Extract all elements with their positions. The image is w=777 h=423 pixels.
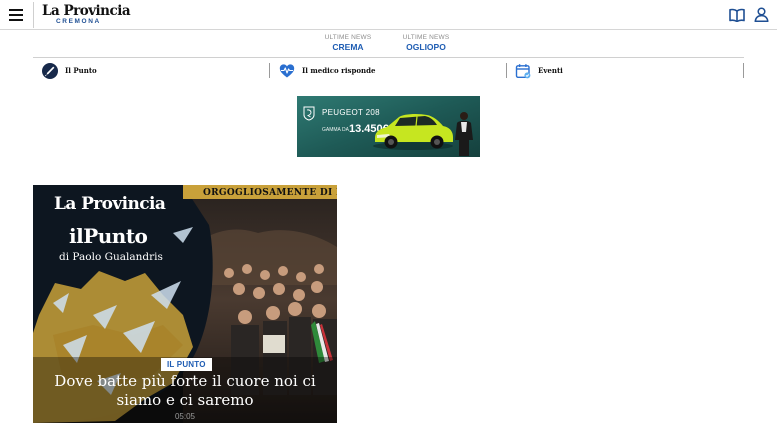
ultime-news-crema-link[interactable]: ULTIME NEWS CREMA [324, 34, 372, 52]
ultime-news-ogliopo-link[interactable]: ULTIME NEWS OGLIOPO [402, 34, 450, 52]
news-city-label: OGLIOPO [406, 42, 446, 52]
sections-bar: Il Punto Il medico risponde Eventi [33, 58, 744, 83]
person-image [455, 112, 473, 156]
site-logo[interactable]: La Provincia CREMONA [42, 3, 131, 25]
news-kicker: ULTIME NEWS [324, 34, 372, 41]
feature-headline[interactable]: Dove batte più forte il cuore noi ci sia… [43, 372, 327, 410]
section-label: Eventi [538, 66, 563, 75]
open-book-icon[interactable] [729, 8, 745, 22]
site-header: La Provincia CREMONA [0, 0, 777, 30]
feature-article-card[interactable]: ORGOGLIOSAMENTE DI PI La Provincia ilPun… [33, 185, 337, 423]
feature-logo-text: La Provincia [54, 194, 166, 214]
feature-author: di Paolo Gualandris [59, 251, 163, 263]
section-separator [506, 63, 507, 78]
news-city-label: CREMA [332, 42, 364, 52]
header-divider [33, 2, 34, 28]
logo-sub-text: CREMONA [56, 18, 101, 25]
hamburger-menu-icon[interactable] [9, 9, 23, 21]
section-label: Il medico risponde [302, 66, 376, 75]
feature-column-title: ilPunto [69, 224, 148, 248]
section-separator [743, 63, 744, 78]
peugeot-ad-banner[interactable]: PEUGEOT 208 GAMMA DA 13.450€ [297, 96, 480, 157]
user-icon[interactable] [754, 7, 769, 22]
section-label: Il Punto [65, 66, 97, 75]
category-badge[interactable]: IL PUNTO [161, 358, 212, 371]
logo-main-text: La Provincia [42, 3, 131, 19]
peugeot-lion-logo-icon [303, 106, 315, 121]
feature-timestamp: 05:05 [174, 412, 196, 421]
heart-pulse-icon [279, 63, 295, 77]
section-eventi[interactable]: Eventi [515, 58, 563, 83]
news-kicker: ULTIME NEWS [402, 34, 450, 41]
section-separator [269, 63, 270, 78]
ad-price-prefix: GAMMA DA [322, 127, 349, 133]
pen-nib-icon [42, 62, 58, 79]
section-il-punto[interactable]: Il Punto [42, 58, 97, 83]
calendar-icon [515, 63, 531, 78]
car-image [373, 113, 453, 150]
feature-strap-text: ORGOGLIOSAMENTE DI PI [203, 188, 337, 198]
section-medico-risponde[interactable]: Il medico risponde [279, 58, 375, 83]
